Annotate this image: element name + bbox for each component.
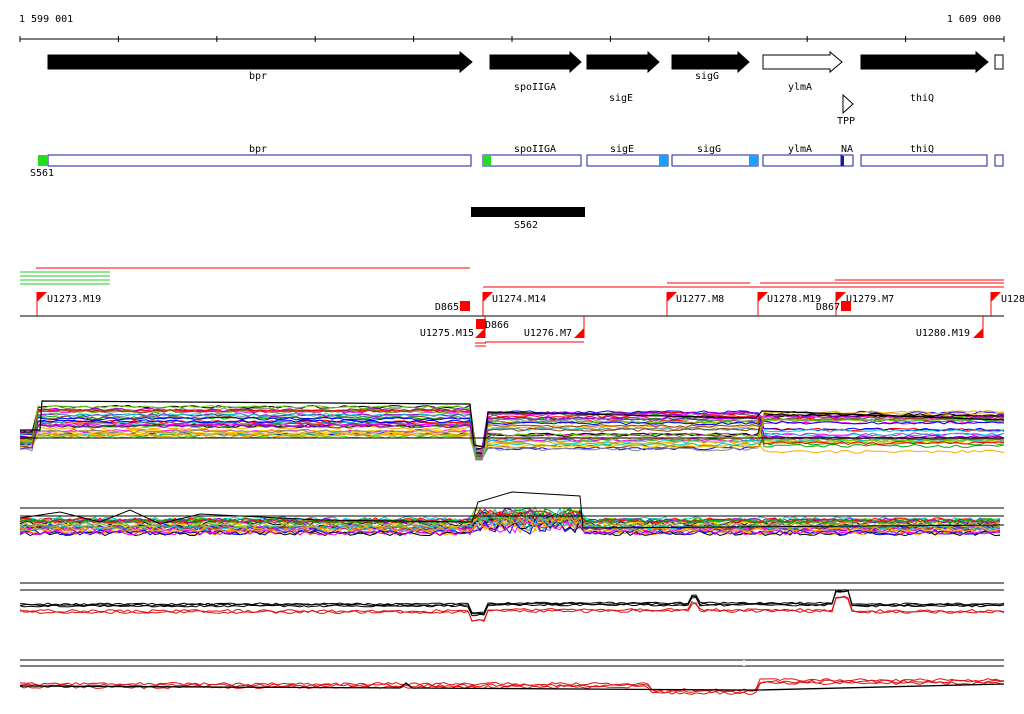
upshift-label: U128 xyxy=(1001,294,1024,305)
ruler-end-label: 1 609 000 xyxy=(947,14,1001,25)
expression-profile-track-3 xyxy=(19,582,1005,622)
genome-browser-view: 1 599 001 1 609 000 bpr spoIIGA sigE sig… xyxy=(19,14,1024,695)
gene-label-bpr: bpr xyxy=(249,71,267,82)
upshift-label: U1277.M8 xyxy=(676,294,724,305)
transcript-start-marker xyxy=(38,155,48,166)
transcript-label-na: NA xyxy=(841,144,853,155)
upshift-flag[interactable]: U128 xyxy=(990,292,1024,316)
transcript-end-marker xyxy=(659,155,668,166)
gene-label-spoIIGA: spoIIGA xyxy=(514,82,556,93)
gene-track: bpr spoIIGA sigE sigG ylmA thiQ TPP xyxy=(47,50,1004,127)
downshift-label: D867 xyxy=(816,302,840,313)
upshift-label: U1276.M7 xyxy=(524,328,572,339)
transcript-label-thiQ: thiQ xyxy=(910,144,934,155)
transcript-label-bpr: bpr xyxy=(249,144,267,155)
transcript-start-marker xyxy=(483,155,491,166)
upshift-label: U1280.M19 xyxy=(916,328,970,339)
downshift-label: D865 xyxy=(435,302,459,313)
transcript-box-ylmA[interactable] xyxy=(762,154,842,167)
gene-arrow-sigE[interactable] xyxy=(586,50,660,74)
gene-arrow-sigG[interactable] xyxy=(671,50,750,74)
gene-arrow-bpr[interactable] xyxy=(47,50,473,74)
transcript-label-ylmA: ylmA xyxy=(788,144,812,155)
transcript-box-bpr[interactable] xyxy=(47,154,472,167)
transcript-box-sigE[interactable] xyxy=(586,154,669,167)
shift-track: U1273.M19 U1274.M14 U1277.M8 U1278.M19 U… xyxy=(20,267,1024,347)
gene-label-ylmA: ylmA xyxy=(788,82,812,93)
upshift-label: U1278.M19 xyxy=(767,294,821,305)
transcript-label-sigG: sigG xyxy=(697,144,721,155)
gene-label-sigG: sigG xyxy=(695,71,719,82)
upshift-label: U1273.M19 xyxy=(47,294,101,305)
downshift-marker[interactable]: D867 xyxy=(816,301,851,313)
upshift-flag[interactable]: U1277.M8 xyxy=(666,292,724,316)
gene-box-partial[interactable] xyxy=(994,54,1004,70)
segment-label-s561: S561 xyxy=(30,168,54,179)
segment-label-s562: S562 xyxy=(514,220,538,231)
transcript-box-partial[interactable] xyxy=(994,154,1004,167)
downshift-label: D866 xyxy=(485,320,509,331)
expression-profile-track-4 xyxy=(19,659,1005,695)
downshift-marker[interactable]: D865 xyxy=(435,301,470,313)
expression-profile-track-1 xyxy=(19,400,1005,461)
downshift-marker[interactable]: D866 xyxy=(476,319,509,331)
upshift-label: U1274.M14 xyxy=(492,294,546,305)
riboswitch-triangle[interactable] xyxy=(842,93,854,115)
upshift-label: U1275.M15 xyxy=(420,328,474,339)
transcript-track: bpr S561 spoIIGA sigE sigG ylmA NA thiQ xyxy=(30,144,1004,179)
gene-arrow-spoIIGA[interactable] xyxy=(489,50,582,74)
upshift-flag[interactable]: U1280.M19 xyxy=(916,316,984,339)
transcript-end-marker xyxy=(749,155,758,166)
gene-arrow-ylmA[interactable] xyxy=(762,50,843,74)
gene-label-sigE: sigE xyxy=(609,93,633,104)
upshift-label: U1279.M7 xyxy=(846,294,894,305)
gene-arrow-thiQ[interactable] xyxy=(860,50,989,74)
upshift-flag[interactable]: U1273.M19 xyxy=(36,292,101,316)
profile-line xyxy=(19,595,1005,622)
upshift-flag[interactable]: U1274.M14 xyxy=(482,292,546,316)
upshift-flag[interactable]: U1278.M19 xyxy=(757,292,821,316)
ruler-start-label: 1 599 001 xyxy=(19,14,73,25)
segment-bar-s562[interactable] xyxy=(471,207,585,217)
segment-track: S562 xyxy=(471,207,585,231)
upshift-flag[interactable]: U1275.M15 xyxy=(420,316,486,339)
ruler: 1 599 001 1 609 000 xyxy=(19,14,1005,42)
transcript-label-sigE: sigE xyxy=(610,144,634,155)
riboswitch-label: TPP xyxy=(837,116,855,127)
upshift-flag[interactable]: U1276.M7 xyxy=(524,316,585,339)
transcript-box-sigG[interactable] xyxy=(671,154,759,167)
transcript-box-thiQ[interactable] xyxy=(860,154,988,167)
transcript-box-spoIIGA[interactable] xyxy=(482,154,582,167)
expression-profile-track-2 xyxy=(19,491,1005,537)
gene-label-thiQ: thiQ xyxy=(910,93,934,104)
transcript-label-spoIIGA: spoIIGA xyxy=(514,144,556,155)
